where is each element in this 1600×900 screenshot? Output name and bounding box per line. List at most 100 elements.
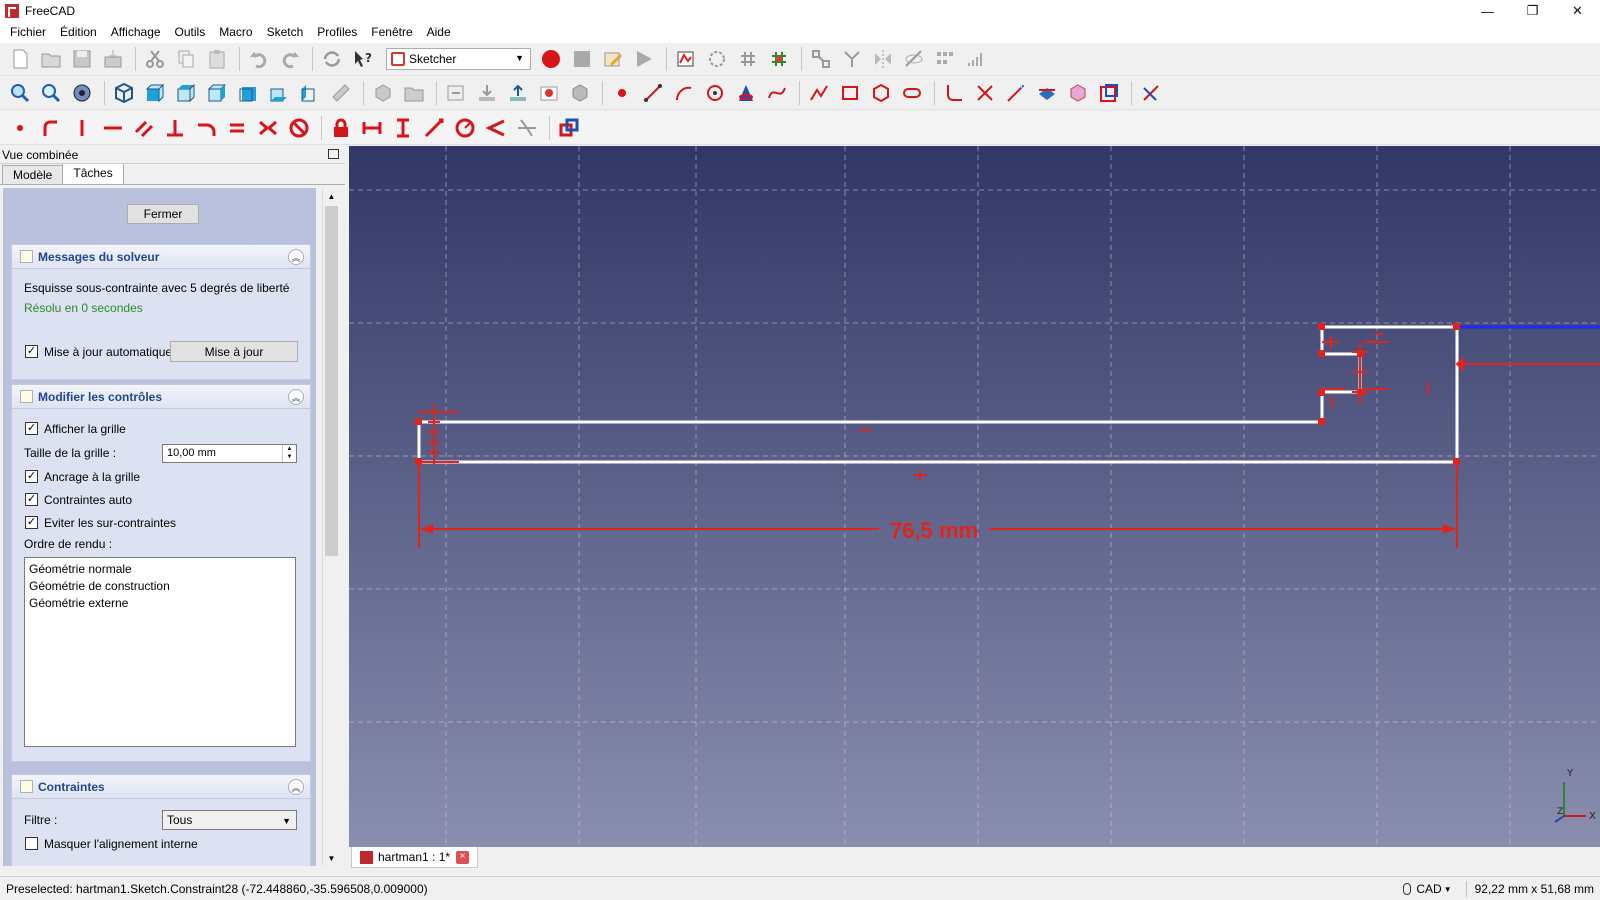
- constrain-vertical-button[interactable]: [68, 115, 96, 141]
- menu-aide[interactable]: Aide: [420, 22, 458, 43]
- hide-internal-checkbox[interactable]: [25, 837, 38, 850]
- create-conic-button[interactable]: [732, 80, 760, 106]
- tab-modele[interactable]: Modèle: [2, 165, 64, 184]
- 3d-view[interactable]: 76,5 mm Y X Z: [349, 146, 1600, 847]
- navigation-style-selector[interactable]: CAD ▼: [1403, 882, 1452, 896]
- constrain-equal-button[interactable]: [223, 115, 251, 141]
- whats-this-button[interactable]: ?: [349, 46, 377, 72]
- toggle-construction-button[interactable]: [1137, 80, 1165, 106]
- redo-button[interactable]: [276, 46, 304, 72]
- view-front-button[interactable]: [141, 80, 169, 106]
- scroll-up-icon[interactable]: ▲: [323, 188, 340, 204]
- create-slot-button[interactable]: [898, 80, 926, 106]
- close-sketch-button[interactable]: Fermer: [127, 204, 199, 224]
- sketch-canvas[interactable]: 76,5 mm Y X Z: [349, 146, 1600, 847]
- collapse-icon[interactable]: ︽: [288, 249, 304, 265]
- constraint-symbols[interactable]: [419, 333, 1600, 480]
- dimension-label[interactable]: 76,5 mm: [890, 518, 978, 543]
- cut-button[interactable]: [141, 46, 169, 72]
- macro-record-button[interactable]: [537, 46, 565, 72]
- macro-edit-button[interactable]: [599, 46, 627, 72]
- constrain-perpendicular-button[interactable]: [161, 115, 189, 141]
- trim-button[interactable]: [971, 80, 999, 106]
- constrain-snell-button[interactable]: [513, 115, 541, 141]
- constrain-angle-button[interactable]: [482, 115, 510, 141]
- sketch-3d-button[interactable]: [566, 80, 594, 106]
- view-top-button[interactable]: [172, 80, 200, 106]
- close-tab-icon[interactable]: ×: [456, 850, 470, 864]
- map-face-button[interactable]: [535, 80, 563, 106]
- view-section-sketch-button[interactable]: [504, 80, 532, 106]
- constrain-point-on-object-button[interactable]: [37, 115, 65, 141]
- constrain-distance-button[interactable]: [420, 115, 448, 141]
- menu-profiles[interactable]: Profiles: [310, 22, 364, 43]
- undo-button[interactable]: [245, 46, 273, 72]
- view-section-button[interactable]: [900, 46, 928, 72]
- scale-button[interactable]: [962, 46, 990, 72]
- create-rectangle-button[interactable]: [836, 80, 864, 106]
- create-arc-button[interactable]: [670, 80, 698, 106]
- create-part-button[interactable]: [369, 80, 397, 106]
- constrain-horizontal-button[interactable]: [99, 115, 127, 141]
- merge-sketch-button[interactable]: [838, 46, 866, 72]
- fit-all-button[interactable]: [6, 80, 34, 106]
- leave-sketch-button[interactable]: [442, 80, 470, 106]
- macro-stop-button[interactable]: [568, 46, 596, 72]
- map-sketch-button[interactable]: [734, 46, 762, 72]
- save-button[interactable]: [68, 46, 96, 72]
- list-item[interactable]: Géométrie externe: [29, 595, 291, 612]
- view-rear-button[interactable]: [234, 80, 262, 106]
- render-order-list[interactable]: Géométrie normale Géométrie de construct…: [24, 557, 296, 747]
- close-window-button[interactable]: ✕: [1555, 0, 1600, 22]
- menu-sketch[interactable]: Sketch: [260, 22, 311, 43]
- float-panel-icon[interactable]: [328, 149, 339, 159]
- auto-constraints-checkbox[interactable]: ✓: [25, 493, 38, 506]
- constrain-vertical-distance-button[interactable]: [389, 115, 417, 141]
- update-button[interactable]: Mise à jour: [170, 341, 298, 362]
- view-bottom-button[interactable]: [265, 80, 293, 106]
- sketch-geometry[interactable]: [417, 325, 1459, 464]
- snap-grid-checkbox[interactable]: ✓: [25, 470, 38, 483]
- tab-taches[interactable]: Tâches: [62, 163, 124, 184]
- scroll-thumb[interactable]: [325, 206, 338, 556]
- list-item[interactable]: Géométrie normale: [29, 561, 291, 578]
- draw-style-button[interactable]: [68, 80, 96, 106]
- spin-buttons-icon[interactable]: ▲ ▼: [282, 445, 296, 462]
- view-sketch-button[interactable]: [703, 46, 731, 72]
- save-as-button[interactable]: [99, 46, 127, 72]
- menu-edition[interactable]: Édition: [53, 22, 104, 43]
- view-left-button[interactable]: [296, 80, 324, 106]
- measure-button[interactable]: [327, 80, 355, 106]
- create-polyline-button[interactable]: [805, 80, 833, 106]
- view-isometric-button[interactable]: [110, 80, 138, 106]
- sketch-vertices[interactable]: [415, 323, 1460, 465]
- create-bspline-button[interactable]: [763, 80, 791, 106]
- show-grid-checkbox[interactable]: ✓: [25, 422, 38, 435]
- create-polygon-button[interactable]: [867, 80, 895, 106]
- mirror-sketch-button[interactable]: [869, 46, 897, 72]
- view-right-button[interactable]: [203, 80, 231, 106]
- collapse-icon[interactable]: ︽: [288, 779, 304, 795]
- view-sketch-normal-button[interactable]: [473, 80, 501, 106]
- menu-fenetre[interactable]: Fenêtre: [364, 22, 419, 43]
- menu-fichier[interactable]: Fichier: [3, 22, 53, 43]
- create-circle-button[interactable]: [701, 80, 729, 106]
- grid-size-input[interactable]: 10,00 mm ▲ ▼: [162, 444, 297, 463]
- sketch-profile[interactable]: [417, 325, 1459, 464]
- create-point-button[interactable]: [608, 80, 636, 106]
- filter-select[interactable]: Tous ▼: [162, 810, 297, 830]
- menu-affichage[interactable]: Affichage: [104, 22, 168, 43]
- menu-macro[interactable]: Macro: [212, 22, 259, 43]
- reorient-sketch-button[interactable]: [765, 46, 793, 72]
- workbench-selector[interactable]: Sketcher ▼: [386, 48, 531, 70]
- task-panel-scrollbar[interactable]: ▲ ▼: [322, 188, 340, 866]
- new-file-button[interactable]: [6, 46, 34, 72]
- fit-selection-button[interactable]: [37, 80, 65, 106]
- constrain-lock-button[interactable]: [327, 115, 355, 141]
- create-line-button[interactable]: [639, 80, 667, 106]
- refresh-button[interactable]: [318, 46, 346, 72]
- external-geometry-button[interactable]: [1033, 80, 1061, 106]
- scroll-down-icon[interactable]: ▼: [323, 850, 340, 866]
- collapse-icon[interactable]: ︽: [288, 389, 304, 405]
- copy-button[interactable]: [172, 46, 200, 72]
